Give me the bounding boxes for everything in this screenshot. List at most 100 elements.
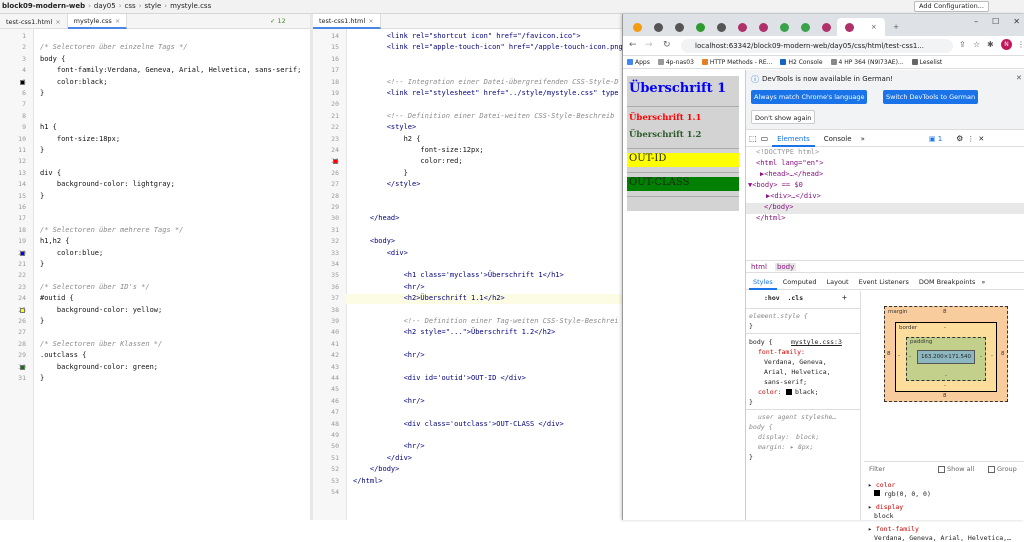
code-line[interactable]: color:red; [353, 157, 462, 165]
maximize-icon[interactable]: ☐ [992, 17, 999, 26]
switch-to-german-button[interactable]: Switch DevTools to German [883, 90, 979, 104]
code-line[interactable]: <hr/> [353, 397, 425, 405]
color-marker[interactable] [20, 79, 25, 85]
tab-test-css1-right[interactable]: test-css1.html × [313, 14, 381, 29]
element-style-rule[interactable]: element.style { [749, 312, 808, 320]
code-line[interactable]: .outclass { [40, 351, 86, 359]
address-input[interactable]: localhost:63342/block09-modern-web/day05… [681, 39, 953, 53]
close-icon[interactable]: ✕ [1016, 74, 1022, 82]
close-icon[interactable]: × [871, 23, 877, 31]
code-line[interactable]: <style> [353, 123, 417, 131]
browser-tab-active[interactable]: × [837, 18, 885, 36]
breadcrumb-project[interactable]: block09-modern-web [2, 2, 85, 10]
kebab-menu-icon[interactable]: ⋮ [967, 135, 974, 143]
code-line[interactable]: <!-- Definition einer Tag-weiten CSS-Sty… [353, 317, 619, 325]
dom-node-head[interactable]: ▶<head>…</head> [760, 170, 823, 178]
breadcrumb-day05[interactable]: day05 [94, 2, 116, 10]
code-line[interactable]: <div class='outclass'>OUT-CLASS </div> [353, 420, 564, 428]
body-rule-selector[interactable]: body { [749, 338, 772, 346]
crumb-body[interactable]: body [774, 262, 797, 271]
tab-layout[interactable]: Layout [823, 274, 853, 290]
box-model-border[interactable]: border - - - - padding - - - 163.200×171… [895, 322, 997, 392]
settings-gear-icon[interactable]: ⚙ [956, 134, 963, 143]
code-line[interactable]: </style> [353, 180, 421, 188]
extensions-icon[interactable]: ✱ [987, 40, 994, 49]
bookmark-http-methods[interactable]: HTTP Methods - RE... [701, 59, 772, 66]
bookmark-nas[interactable]: 4p-nas03 [657, 59, 694, 66]
rule-source-link[interactable]: mystyle.css:3 [791, 338, 842, 346]
forward-icon[interactable]: → [645, 40, 653, 50]
code-line[interactable]: font-size:18px; [40, 135, 120, 143]
computed-font-family[interactable]: ▸ font-family [868, 525, 919, 533]
new-tab-button[interactable]: + [886, 18, 906, 36]
tab-dom-breakpoints[interactable]: DOM Breakpoints [915, 274, 980, 290]
close-icon[interactable]: ✕ [978, 135, 984, 143]
code-line[interactable]: <h2>Überschrift 1.1</h2> [353, 294, 505, 302]
code-line[interactable]: <link rel="stylesheet" href="../style/my… [353, 89, 619, 97]
bookmark-star-icon[interactable]: ☆ [973, 40, 980, 49]
code-line[interactable]: <!-- Integration einer Datei-übergreifen… [353, 78, 619, 86]
tab-mystyle-css[interactable]: mystyle.css × [67, 14, 128, 29]
close-icon[interactable]: ✕ [1013, 17, 1020, 26]
kebab-menu-icon[interactable]: ⋮ [1017, 40, 1024, 49]
box-model-content[interactable]: 163.200×171.540 [917, 350, 975, 364]
code-line[interactable]: <link rel="apple-touch-icon" href="/appl… [353, 43, 623, 51]
code-line[interactable]: <!-- Definition einer Datei-weiten CSS-S… [353, 112, 615, 120]
dont-show-again-button[interactable]: Don't show again [751, 110, 816, 124]
close-icon[interactable]: × [115, 17, 120, 25]
code-line[interactable]: } [40, 89, 44, 97]
code-line[interactable]: <hr/> [353, 351, 425, 359]
crumb-html[interactable]: html [751, 263, 767, 271]
code-line[interactable]: } [40, 146, 44, 154]
color-marker[interactable] [20, 250, 25, 256]
profile-avatar[interactable]: N [1001, 39, 1012, 50]
box-model-padding[interactable]: padding - - - 163.200×171.540 [906, 337, 986, 381]
code-line[interactable]: <link rel="shortcut icon" href="/favicon… [353, 32, 581, 40]
code-line[interactable]: </html> [353, 477, 383, 485]
code-line[interactable]: } [353, 169, 408, 177]
bookmark-hp[interactable]: 4 HP 364 (N9I73AE)... [830, 59, 904, 66]
code-line[interactable]: } [40, 260, 44, 268]
code-line[interactable]: background-color: lightgray; [40, 180, 175, 188]
group-checkbox[interactable]: Group [988, 465, 1017, 473]
code-line[interactable]: <h2 style="...">Überschrift 1.2</h2> [353, 328, 556, 336]
tab-styles[interactable]: Styles [749, 274, 777, 290]
tab-event-listeners[interactable]: Event Listeners [855, 274, 913, 290]
breadcrumb-file[interactable]: mystyle.css [170, 2, 211, 10]
color-marker[interactable] [20, 307, 25, 313]
browser-tab[interactable] [774, 18, 794, 36]
box-model-margin[interactable]: margin 8 8 8 8 border - - - - padding - … [884, 306, 1008, 402]
code-line[interactable]: h1 { [40, 123, 57, 131]
dom-node-doctype[interactable]: <!DOCTYPE html> [756, 148, 819, 156]
code-line[interactable]: font-family:Verdana, Geneva, Arial, Helv… [40, 66, 301, 74]
prop-font-family-value[interactable]: Verdana, Geneva, [764, 358, 827, 366]
browser-tab[interactable] [648, 18, 668, 36]
dom-node-html[interactable]: <html lang="en"> [756, 159, 823, 167]
code-line[interactable]: <body> [353, 237, 395, 245]
code-line[interactable]: background-color: yellow; [40, 306, 162, 314]
more-tabs-icon[interactable]: » [861, 135, 865, 143]
code-line[interactable]: h2 { [353, 135, 421, 143]
code-line[interactable]: } [40, 317, 44, 325]
match-language-button[interactable]: Always match Chrome's language [751, 90, 868, 104]
prop-color[interactable]: color: [758, 388, 781, 396]
right-code-area[interactable]: 14 <link rel="shortcut icon" href="/favi… [313, 29, 623, 520]
back-icon[interactable]: ← [629, 40, 637, 50]
dom-node-div[interactable]: ▶<div>…</div> [766, 192, 821, 200]
code-line[interactable]: body { [40, 55, 65, 63]
browser-tab[interactable] [690, 18, 710, 36]
close-icon[interactable]: × [55, 18, 60, 26]
code-line[interactable]: </head> [353, 214, 400, 222]
code-line[interactable]: <div id='outid'>OUT-ID </div> [353, 374, 526, 382]
code-line[interactable]: <h1 class='myclass'>Überschrift 1</h1> [353, 271, 564, 279]
code-line[interactable]: font-size:12px; [353, 146, 483, 154]
color-marker[interactable] [333, 159, 338, 165]
new-rule-icon[interactable]: + [842, 293, 847, 302]
browser-tab[interactable] [816, 18, 836, 36]
hov-cls-toggle[interactable]: :hov .cls [764, 294, 803, 302]
code-line[interactable]: #outid { [40, 294, 74, 302]
more-tabs-icon[interactable]: » [981, 278, 985, 286]
code-line[interactable]: /* Selectoren über einzelne Tags */ [40, 43, 188, 51]
warnings-count[interactable]: ✓ 12 [270, 17, 286, 25]
issues-badge[interactable]: ▣ 1 [929, 135, 942, 143]
